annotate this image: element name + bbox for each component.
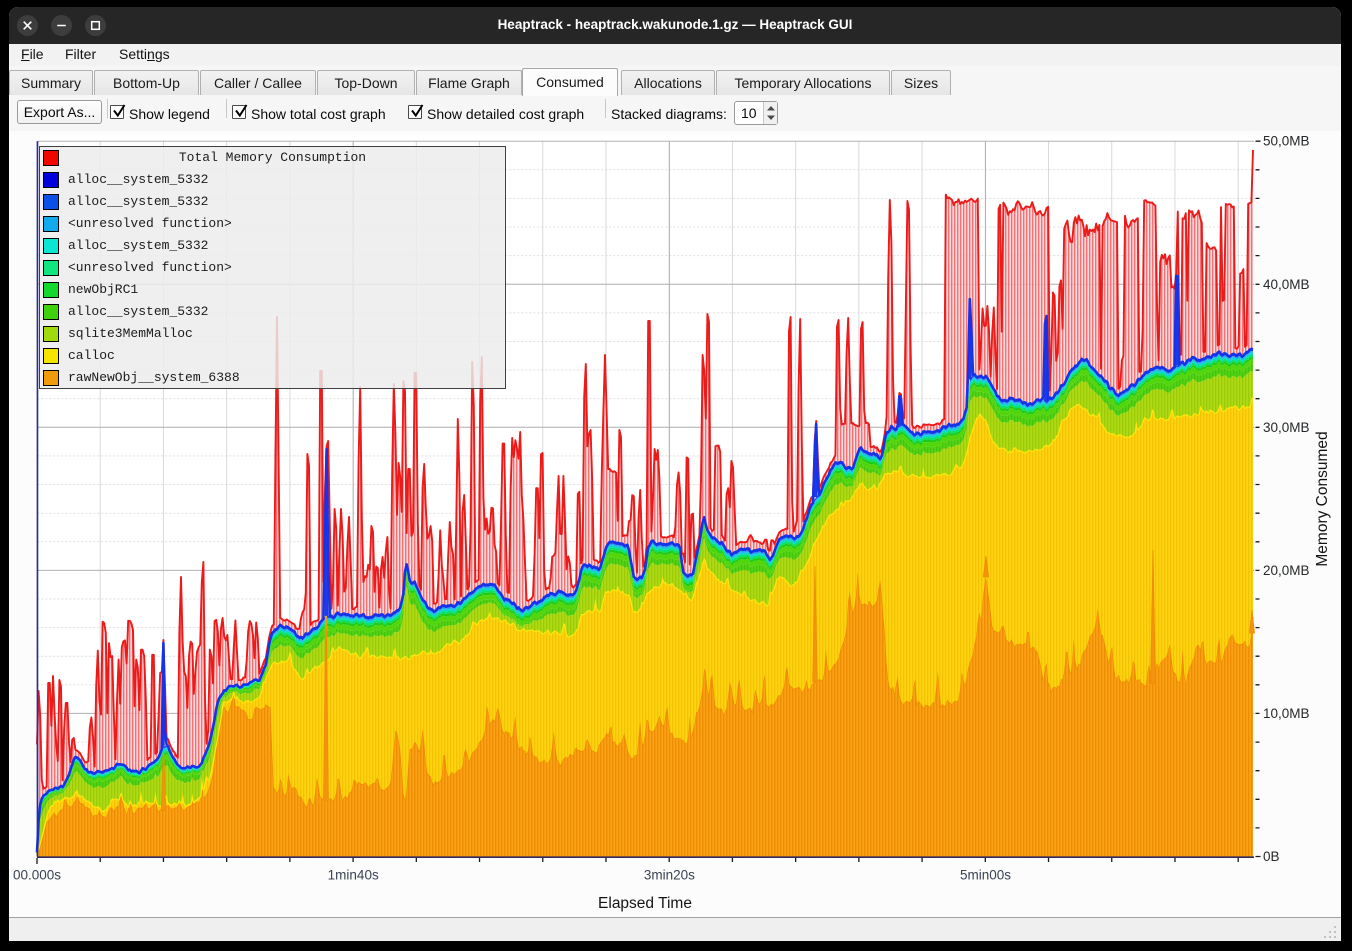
svg-text:Memory Consumed: Memory Consumed <box>1314 431 1331 566</box>
svg-text:40,0MB: 40,0MB <box>1263 277 1310 292</box>
svg-text:3min20s: 3min20s <box>644 868 695 883</box>
svg-text:Elapsed Time: Elapsed Time <box>598 895 692 912</box>
svg-text:0B: 0B <box>1263 849 1280 864</box>
svg-text:50,0MB: 50,0MB <box>1263 134 1310 149</box>
svg-text:20,0MB: 20,0MB <box>1263 563 1310 578</box>
svg-text:1min40s: 1min40s <box>328 868 379 883</box>
svg-text:00.000s: 00.000s <box>13 868 61 883</box>
svg-text:10,0MB: 10,0MB <box>1263 706 1310 721</box>
svg-text:5min00s: 5min00s <box>960 868 1011 883</box>
svg-text:30,0MB: 30,0MB <box>1263 420 1310 435</box>
